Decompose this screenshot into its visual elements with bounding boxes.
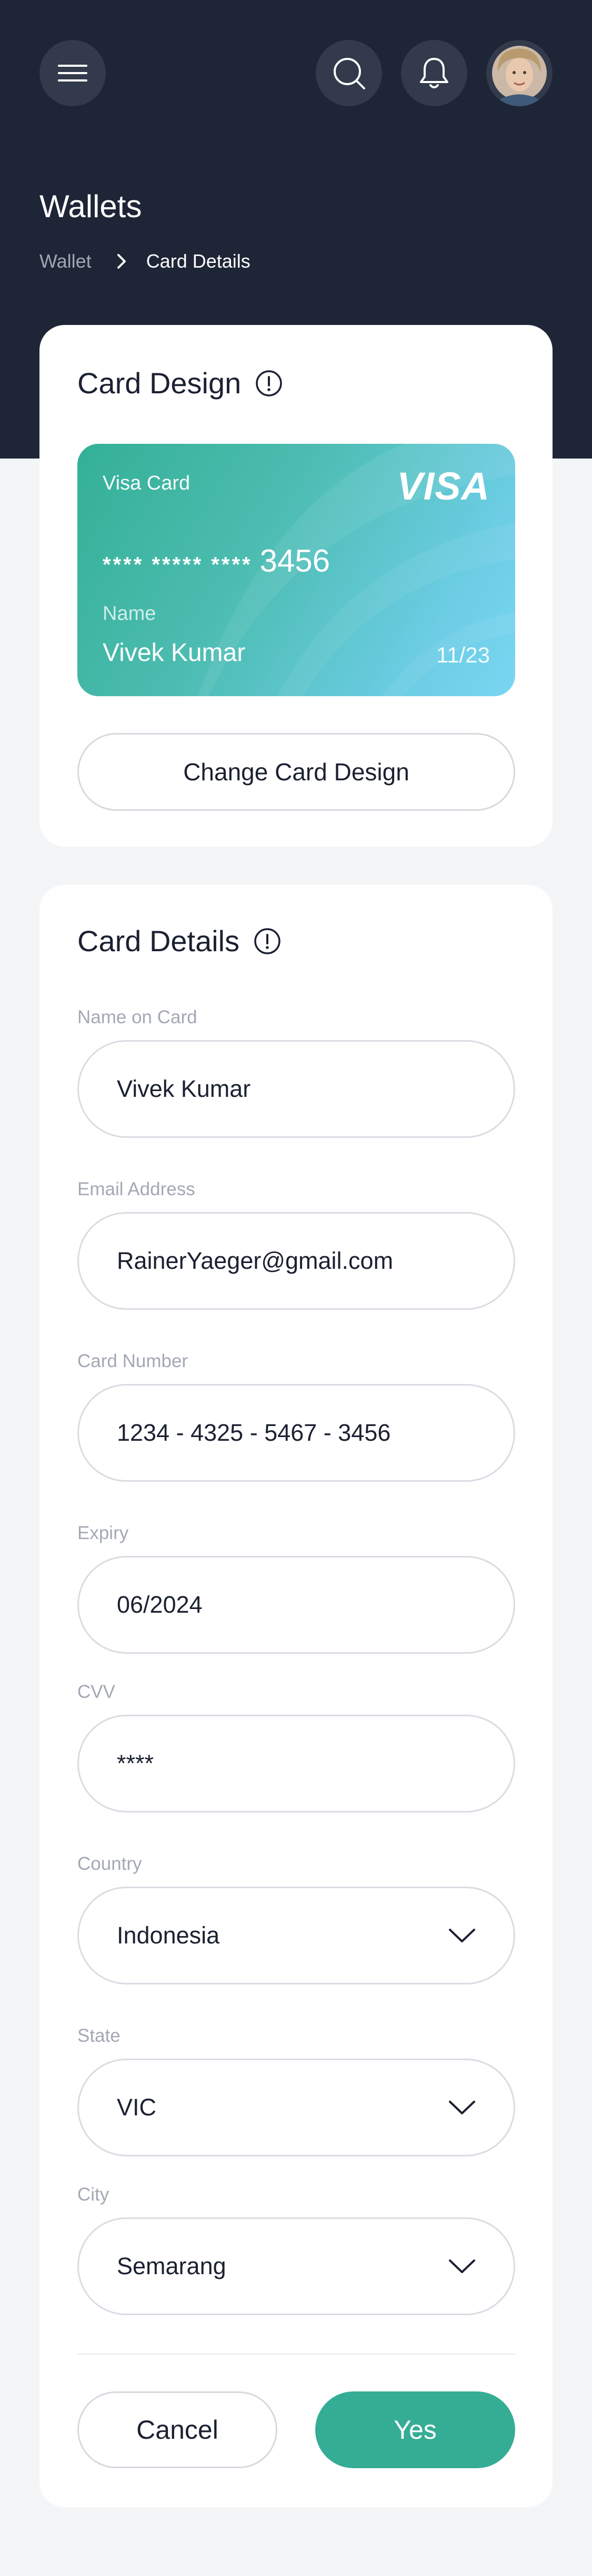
bell-icon [420,58,448,88]
city-value: Semarang [117,2253,226,2279]
divider [77,2354,515,2355]
info-icon[interactable] [253,927,282,955]
search-button[interactable] [316,40,382,106]
cvv-value: **** [117,1750,154,1777]
card-number-label: Card Number [77,1351,188,1371]
expiry-input[interactable]: 06/2024 [77,1556,515,1654]
card-design-panel: Card Design Visa Card VISA **** ***** **… [39,325,553,847]
city-label: City [77,2184,109,2205]
expiry-value: 06/2024 [117,1591,203,1618]
menu-button[interactable] [39,40,106,106]
card-name-label: Name [103,603,156,625]
hamburger-menu-icon [58,65,87,82]
breadcrumb: Wallet Card Details [39,250,250,272]
state-select[interactable]: VIC [77,2059,515,2156]
card-holder-name: Vivek Kumar [103,639,246,667]
chevron-down-icon [448,2100,476,2115]
country-select[interactable]: Indonesia [77,1887,515,1984]
state-label: State [77,2025,121,2046]
email-address-input[interactable]: RainerYaeger@gmail.com [77,1212,515,1310]
cancel-button[interactable]: Cancel [77,2391,277,2468]
cvv-input[interactable]: **** [77,1715,515,1813]
card-number-mask: **** ***** **** [103,553,253,576]
visa-card-preview: Visa Card VISA **** ***** **** 3456 Name… [77,444,515,696]
card-details-panel: Card Details Name on Card Vivek Kumar Em… [39,885,553,2507]
state-value: VIC [117,2094,157,2121]
country-value: Indonesia [117,1922,220,1949]
info-icon[interactable] [255,369,283,398]
breadcrumb-wallet-link[interactable]: Wallet [39,250,92,272]
search-icon [334,58,365,89]
change-card-design-button[interactable]: Change Card Design [77,733,515,811]
user-avatar[interactable] [486,40,553,106]
chevron-down-icon [448,2258,476,2274]
card-number-value: 1234 - 4325 - 5467 - 3456 [117,1419,391,1446]
card-expiry: 11/23 [436,643,490,667]
expiry-label: Expiry [77,1523,129,1543]
email-address-value: RainerYaeger@gmail.com [117,1247,394,1274]
cvv-label: CVV [77,1682,115,1702]
card-details-title: Card Details [77,924,240,958]
name-on-card-label: Name on Card [77,1007,197,1027]
name-on-card-value: Vivek Kumar [117,1075,251,1102]
country-label: Country [77,1854,142,1874]
avatar-image [492,46,547,106]
chevron-right-icon [117,253,126,269]
card-number-display: **** ***** **** 3456 [103,543,330,579]
card-design-title: Card Design [77,366,242,400]
page-title: Wallets [39,189,142,224]
card-details-heading: Card Details [77,924,282,958]
card-number-last-digits: 3456 [259,543,330,578]
chevron-down-icon [448,1928,476,1943]
visa-logo: VISA [397,464,490,508]
card-number-input[interactable]: 1234 - 4325 - 5467 - 3456 [77,1384,515,1482]
yes-button[interactable]: Yes [315,2391,515,2468]
notifications-button[interactable] [401,40,467,106]
city-select[interactable]: Semarang [77,2217,515,2315]
email-address-label: Email Address [77,1179,195,1199]
name-on-card-input[interactable]: Vivek Kumar [77,1040,515,1138]
breadcrumb-current: Card Details [146,250,250,272]
card-design-heading: Card Design [77,366,283,400]
card-type: Visa Card [103,472,190,494]
